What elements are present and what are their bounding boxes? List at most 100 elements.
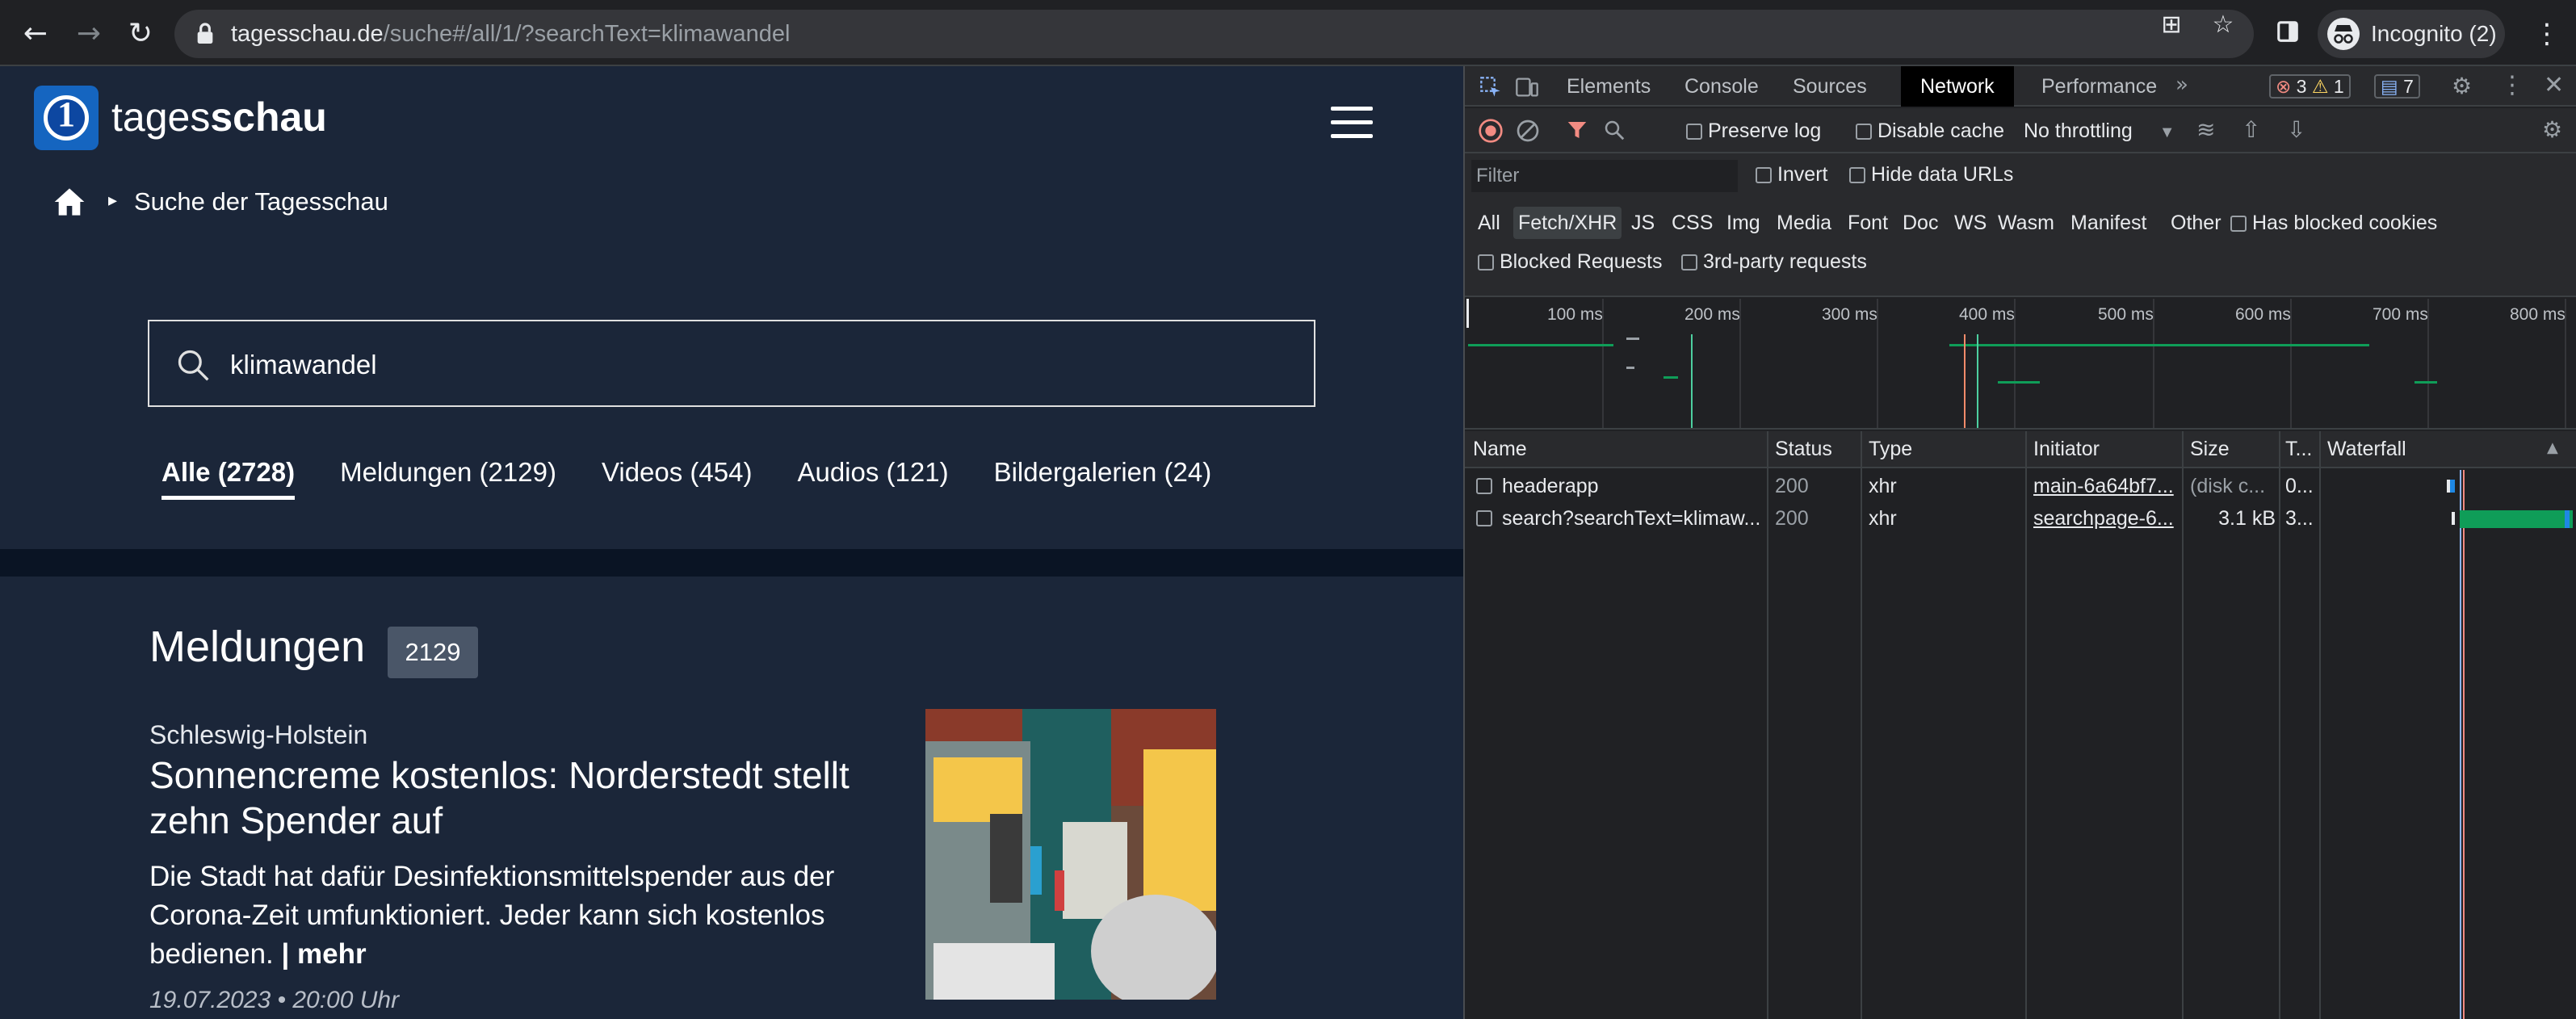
type-wasm[interactable]: Wasm <box>1993 207 2059 239</box>
request-type: xhr <box>1869 507 1897 530</box>
table-row[interactable]: headerapp 200 xhr main-6a64bf7... (disk … <box>1465 470 2576 502</box>
tick-label: 800 ms <box>2510 305 2566 324</box>
type-css[interactable]: CSS <box>1667 207 1718 239</box>
import-har-icon[interactable]: ⇧ <box>2242 116 2260 143</box>
request-status: 200 <box>1775 507 1809 530</box>
article-thumbnail[interactable] <box>925 709 1216 1000</box>
tick-label: 600 ms <box>2235 305 2291 324</box>
preserve-log-checkbox[interactable]: Preserve log <box>1686 120 1821 143</box>
type-manifest[interactable]: Manifest <box>2066 207 2151 239</box>
type-img[interactable]: Img <box>1722 207 1765 239</box>
col-name[interactable]: Name <box>1473 438 1527 461</box>
filter-bar: Filter Invert Hide data URLs All Fetch/X… <box>1465 153 2576 297</box>
network-conditions-icon[interactable]: ≋ <box>2196 116 2215 143</box>
tab-sources[interactable]: Sources <box>1793 66 1867 107</box>
col-status[interactable]: Status <box>1775 438 1832 461</box>
message-count-badge[interactable]: ▤ 7 <box>2374 74 2420 99</box>
disable-cache-checkbox[interactable]: Disable cache <box>1856 120 2004 143</box>
third-party-requests-checkbox[interactable]: 3rd-party requests <box>1681 250 1867 274</box>
hide-data-urls-checkbox[interactable]: Hide data URLs <box>1849 163 2013 187</box>
article-teaser: Die Stadt hat dafür Desinfektionsmittels… <box>149 858 892 974</box>
tab-audios[interactable]: Audios (121) <box>797 457 948 496</box>
devtools-menu-icon[interactable]: ⋮ <box>2500 71 2524 99</box>
tick-label: 500 ms <box>2098 305 2154 324</box>
type-font[interactable]: Font <box>1843 207 1893 239</box>
tab-bildergalerien[interactable]: Bildergalerien (24) <box>994 457 1212 496</box>
blocked-requests-checkbox[interactable]: Blocked Requests <box>1478 250 1662 274</box>
clear-icon[interactable] <box>1515 118 1541 144</box>
menu-hamburger-icon[interactable] <box>1331 107 1373 139</box>
tab-alle[interactable]: Alle (2728) <box>162 457 296 500</box>
request-name[interactable]: search?searchText=klimaw... <box>1502 507 1760 530</box>
throttling-select[interactable]: No throttling ▼ <box>2024 120 2175 143</box>
invert-checkbox[interactable]: Invert <box>1756 163 1827 187</box>
has-blocked-cookies-checkbox[interactable]: Has blocked cookies <box>2230 212 2437 235</box>
col-time[interactable]: T... <box>2285 438 2312 461</box>
lock-icon <box>197 23 213 44</box>
more-link[interactable]: | mehr <box>281 938 366 970</box>
table-row[interactable]: search?searchText=klimaw... 200 xhr sear… <box>1465 502 2576 535</box>
row-checkbox[interactable] <box>1476 510 1492 526</box>
section-title: Meldungen <box>149 623 366 671</box>
reload-icon[interactable]: ↻ <box>121 15 160 53</box>
browser-menu-icon[interactable]: ⋮ <box>2531 15 2563 53</box>
export-har-icon[interactable]: ⇩ <box>2287 116 2305 143</box>
request-initiator[interactable]: main-6a64bf7... <box>2033 475 2179 498</box>
tab-performance[interactable]: Performance <box>2041 66 2157 107</box>
more-tabs-icon[interactable]: » <box>2175 73 2188 97</box>
device-toolbar-icon[interactable] <box>1515 76 1539 99</box>
col-initiator[interactable]: Initiator <box>2033 438 2100 461</box>
col-waterfall[interactable]: Waterfall <box>2327 438 2406 461</box>
filter-funnel-icon[interactable] <box>1565 118 1589 142</box>
type-all[interactable]: All <box>1473 207 1505 239</box>
request-size: (disk c... <box>2190 475 2266 497</box>
tick-label: 700 ms <box>2373 305 2428 324</box>
devtools-panel: Elements Console Sources Network Perform… <box>1463 66 2576 1019</box>
close-devtools-icon[interactable]: ✕ <box>2544 71 2564 99</box>
home-icon[interactable] <box>53 186 86 218</box>
sort-ascending-icon[interactable]: ▲ <box>2547 439 2558 456</box>
request-name[interactable]: headerapp <box>1502 475 1760 498</box>
address-bar[interactable]: tagesschau.de/suche#/all/1/?searchText=k… <box>174 10 2254 58</box>
tab-network[interactable]: Network <box>1901 66 2014 107</box>
type-doc[interactable]: Doc <box>1898 207 1943 239</box>
search-field[interactable] <box>148 320 1315 407</box>
search-icon <box>178 350 209 381</box>
network-settings-icon[interactable]: ⚙ <box>2542 116 2562 143</box>
incognito-button[interactable]: Incognito (2) <box>2318 10 2505 58</box>
browser-toolbar: ← → ↻ tagesschau.de/suche#/all/1/?search… <box>0 0 2576 66</box>
request-initiator[interactable]: searchpage-6... <box>2033 507 2179 530</box>
search-icon[interactable] <box>1602 118 1626 142</box>
type-js[interactable]: JS <box>1626 207 1659 239</box>
record-stop-icon[interactable] <box>1478 118 1504 144</box>
site-logo-text[interactable]: tagesschau <box>111 94 327 140</box>
error-count-badge[interactable]: ⊗ 3 ⚠ 1 <box>2269 74 2351 99</box>
article-headline[interactable]: Sonnencreme kostenlos: Norderstedt stell… <box>149 753 892 843</box>
tagesschau-logo-icon[interactable]: 1 <box>34 86 99 150</box>
back-icon[interactable]: ← <box>16 15 55 53</box>
breadcrumb-chevron-icon: ▸ <box>108 191 118 211</box>
search-input[interactable] <box>230 342 1280 388</box>
tick-label: 400 ms <box>1959 305 2015 324</box>
side-panel-icon[interactable] <box>2274 19 2301 47</box>
type-fetch-xhr[interactable]: Fetch/XHR <box>1513 207 1622 239</box>
timeline-overview[interactable]: 100 ms 200 ms 300 ms 400 ms 500 ms 600 m… <box>1465 299 2576 430</box>
inspect-element-icon[interactable] <box>1479 76 1502 99</box>
tab-videos[interactable]: Videos (454) <box>602 457 753 496</box>
col-type[interactable]: Type <box>1869 438 1912 461</box>
tab-elements[interactable]: Elements <box>1567 66 1651 107</box>
tab-meldungen[interactable]: Meldungen (2129) <box>340 457 556 496</box>
col-size[interactable]: Size <box>2190 438 2230 461</box>
forward-icon[interactable]: → <box>69 15 108 53</box>
filter-input[interactable]: Filter <box>1471 160 1738 192</box>
breadcrumb[interactable]: Suche der Tagesschau <box>134 187 388 216</box>
translate-icon[interactable]: ⊞ <box>2158 11 2185 39</box>
row-checkbox[interactable] <box>1476 478 1492 494</box>
tab-console[interactable]: Console <box>1684 66 1759 107</box>
settings-gear-icon[interactable]: ⚙ <box>2452 73 2472 99</box>
type-media[interactable]: Media <box>1772 207 1836 239</box>
type-other[interactable]: Other <box>2166 207 2226 239</box>
type-ws[interactable]: WS <box>1949 207 1991 239</box>
bookmark-star-icon[interactable]: ☆ <box>2209 11 2237 39</box>
tick-label: 200 ms <box>1684 305 1740 324</box>
